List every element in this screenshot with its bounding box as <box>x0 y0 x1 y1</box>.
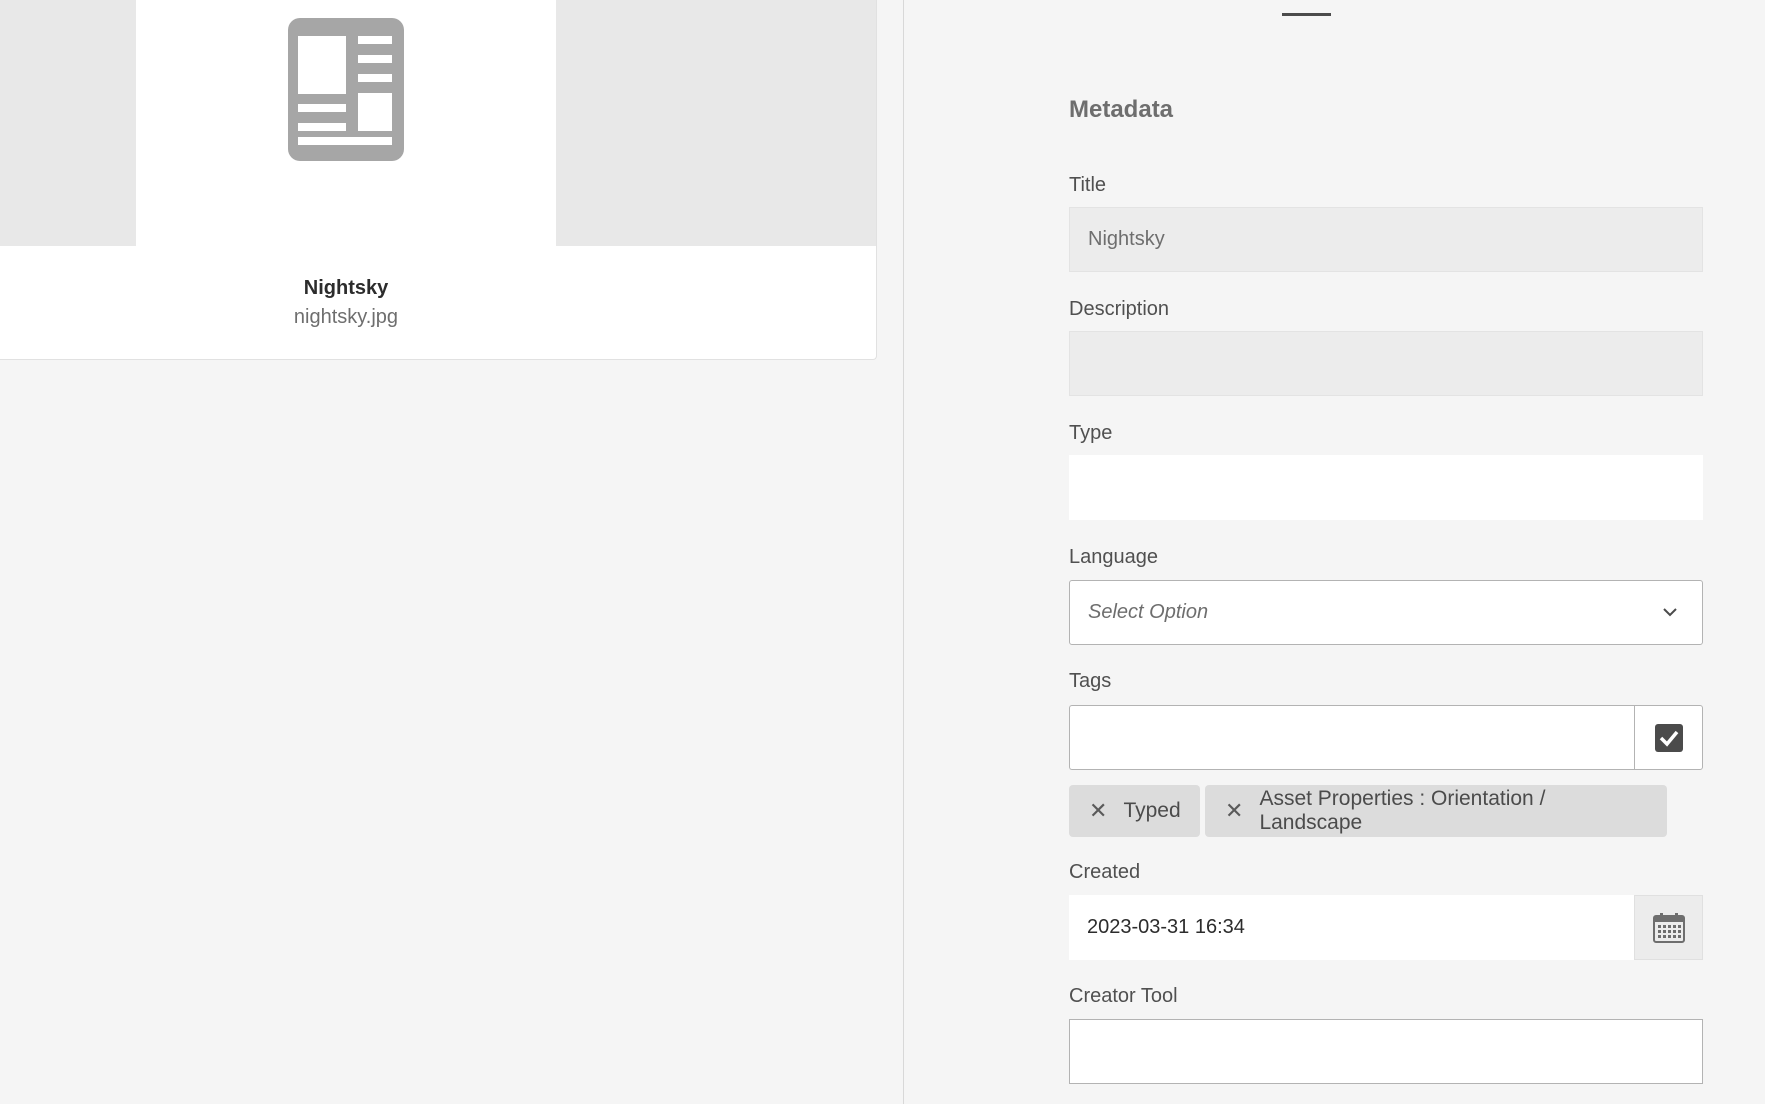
tag-chip-label: Typed <box>1123 799 1181 822</box>
tag-chip-typed[interactable]: ✕ Typed <box>1069 785 1200 837</box>
language-select[interactable]: Select Option <box>1069 580 1703 645</box>
tags-label: Tags <box>1069 670 1112 692</box>
description-label: Description <box>1069 298 1170 320</box>
created-label: Created <box>1069 861 1141 883</box>
description-field[interactable] <box>1069 331 1703 396</box>
tag-chip-orientation[interactable]: ✕ Asset Properties : Orientation / Lands… <box>1205 785 1667 837</box>
document-icon <box>288 18 404 161</box>
asset-filename: nightsky.jpg <box>293 306 399 328</box>
close-icon[interactable]: ✕ <box>1225 798 1243 824</box>
asset-thumbnail-area <box>0 0 876 246</box>
title-label: Title <box>1069 174 1107 196</box>
title-field[interactable]: Nightsky <box>1069 207 1703 272</box>
calendar-button[interactable] <box>1634 895 1703 960</box>
created-value: 2023-03-31 16:34 <box>1087 916 1245 938</box>
creator-tool-label: Creator Tool <box>1069 985 1178 1007</box>
pane-divider <box>903 0 904 1104</box>
language-placeholder: Select Option <box>1088 601 1209 623</box>
tags-picker-button[interactable] <box>1634 705 1703 770</box>
tags-input[interactable] <box>1069 705 1635 770</box>
asset-title: Nightsky <box>303 277 389 299</box>
type-label: Type <box>1069 422 1113 444</box>
close-icon[interactable]: ✕ <box>1089 798 1107 824</box>
calendar-icon <box>1652 912 1685 943</box>
creator-tool-field[interactable] <box>1069 1019 1703 1084</box>
chevron-down-icon <box>1663 608 1677 617</box>
asset-card[interactable]: Nightsky nightsky.jpg <box>0 0 877 360</box>
metadata-section-title: Metadata <box>1069 96 1174 123</box>
tag-chip-label: Asset Properties : Orientation / Landsca… <box>1259 787 1546 834</box>
checkbox-icon <box>1654 723 1683 752</box>
active-tab-indicator <box>1282 13 1331 16</box>
type-field[interactable] <box>1069 455 1703 520</box>
created-date-input[interactable]: 2023-03-31 16:34 <box>1069 895 1634 960</box>
language-label: Language <box>1069 546 1158 568</box>
title-value: Nightsky <box>1088 228 1165 250</box>
asset-preview-pane: Nightsky nightsky.jpg <box>0 0 903 1104</box>
